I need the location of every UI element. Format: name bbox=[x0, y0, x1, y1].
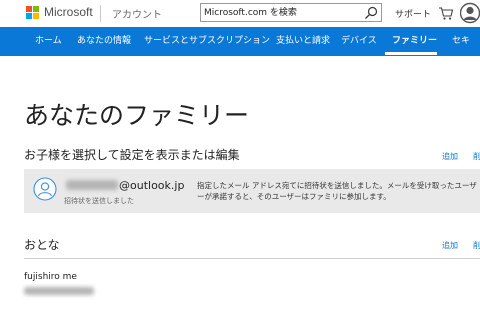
nav-item-home[interactable]: ホーム bbox=[35, 27, 62, 56]
cart-icon[interactable] bbox=[438, 5, 454, 21]
search-box bbox=[200, 3, 382, 22]
active-tab-indicator bbox=[385, 52, 437, 55]
child-card[interactable]: @outlook.jp 招待状を送信しました 指定したメール アドレス宛てに招待… bbox=[24, 169, 480, 213]
user-avatar-icon[interactable] bbox=[460, 2, 480, 24]
page-title: あなたのファミリー bbox=[24, 101, 250, 130]
child-invite-message: 指定したメール アドレス宛てに招待状を送信しました。メールを受け取ったユーザーが… bbox=[197, 181, 477, 201]
add-adult-link[interactable]: 追加 bbox=[442, 240, 458, 251]
nav-item-billing[interactable]: 支払いと請求 bbox=[276, 27, 330, 56]
child-avatar-icon bbox=[33, 177, 57, 201]
child-invite-status: 招待状を送信しました bbox=[64, 197, 134, 205]
section-divider bbox=[24, 258, 480, 259]
redacted-email-user bbox=[66, 180, 118, 190]
redacted-adult-email bbox=[24, 287, 94, 295]
nav-item-security[interactable]: セキ bbox=[452, 27, 470, 56]
account-label[interactable]: アカウント bbox=[112, 6, 162, 21]
support-link[interactable]: サポート bbox=[395, 7, 431, 20]
search-icon[interactable] bbox=[363, 5, 379, 21]
remove-adult-link[interactable]: 削 bbox=[473, 240, 480, 251]
logo-square-blue bbox=[26, 13, 32, 19]
header-divider bbox=[100, 5, 101, 22]
add-child-link[interactable]: 追加 bbox=[442, 151, 458, 162]
brand-name[interactable]: Microsoft bbox=[44, 5, 93, 19]
search-input[interactable] bbox=[204, 5, 354, 20]
nav-item-services[interactable]: サービスとサブスクリプション bbox=[144, 27, 270, 56]
main-nav: ホーム あなたの情報 サービスとサブスクリプション 支払いと請求 デバイス ファ… bbox=[0, 27, 480, 56]
logo-square-red bbox=[26, 6, 32, 12]
nav-item-devices[interactable]: デバイス bbox=[341, 27, 377, 56]
nav-item-your-info[interactable]: あなたの情報 bbox=[77, 27, 131, 56]
remove-child-link[interactable]: 削 bbox=[473, 151, 480, 162]
top-header: Microsoft アカウント サポート bbox=[0, 0, 480, 27]
logo-square-green bbox=[33, 6, 39, 12]
child-email-domain: @outlook.jp bbox=[119, 179, 185, 192]
logo-square-yellow bbox=[33, 13, 39, 19]
microsoft-logo-icon[interactable] bbox=[26, 6, 39, 19]
adult-name[interactable]: fujishiro me bbox=[24, 272, 77, 282]
children-section-heading: お子様を選択して設定を表示または編集 bbox=[24, 148, 240, 162]
adults-section-heading: おとな bbox=[24, 238, 60, 252]
